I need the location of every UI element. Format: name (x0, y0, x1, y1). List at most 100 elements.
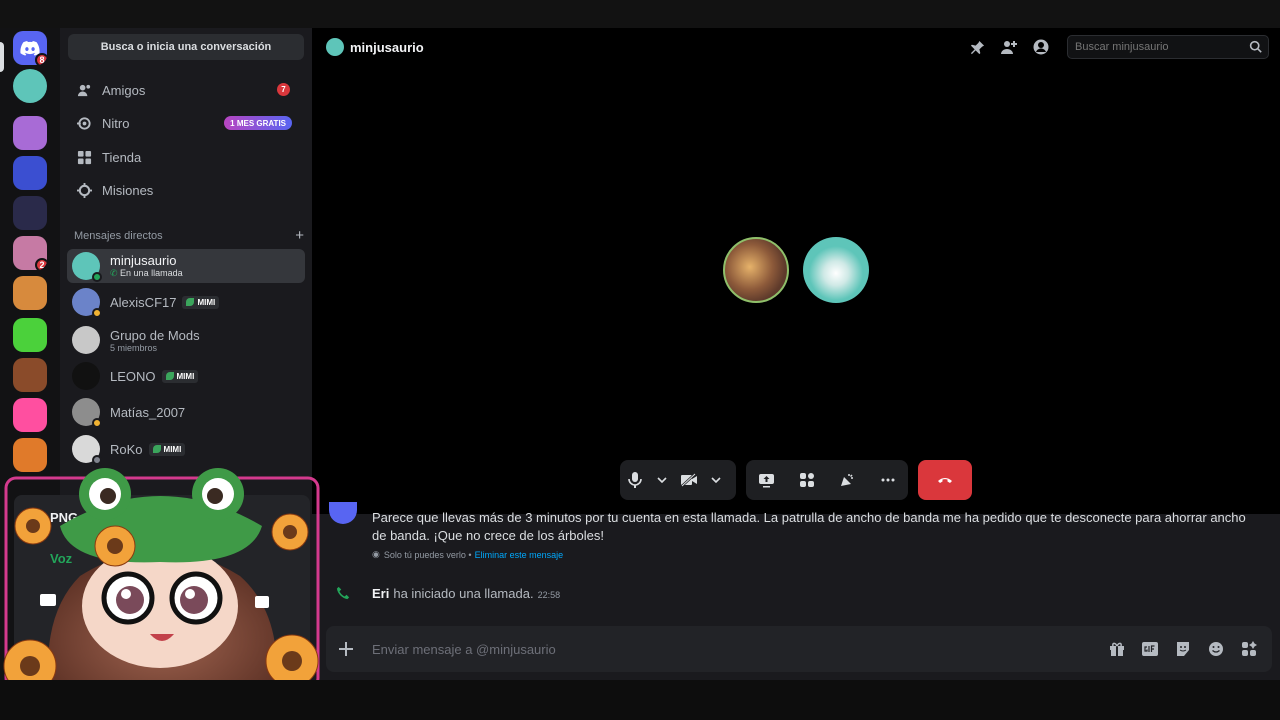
guild-tag: MIMI (182, 295, 220, 309)
disconnect-call-button[interactable] (918, 460, 972, 500)
dm-header-label: Mensajes directos (74, 230, 163, 242)
server-badge: 2 (35, 258, 47, 270)
system-message: Parece que llevas más de 3 minutos por t… (372, 510, 1246, 543)
participant-minjusaurio-avatar[interactable] (803, 237, 869, 303)
screen-share-icon[interactable] (751, 465, 781, 495)
call-started-message: Eri ha iniciado una llamada. 22:58 (372, 586, 560, 601)
guild-tag: MIMI (148, 442, 186, 456)
call-started-text: ha iniciado una llamada. (393, 586, 534, 601)
user-profile-icon[interactable] (1032, 38, 1050, 56)
dm-header: Mensajes directos + (74, 228, 304, 243)
hangup-phone-icon (938, 478, 952, 483)
server-icon-server-6[interactable] (13, 318, 47, 352)
guild-tag-text: MIMI (163, 444, 182, 454)
soundboard-icon[interactable] (832, 465, 862, 495)
leaf-icon (165, 372, 174, 380)
upload-plus-icon[interactable] (326, 641, 366, 657)
nav-shop[interactable]: Tienda (68, 142, 304, 172)
dm-name: RoKo (110, 441, 143, 457)
dm-sub: 5 miembros (110, 342, 158, 353)
microphone-icon[interactable] (620, 465, 650, 495)
gif-icon[interactable] (1140, 640, 1159, 659)
server-icon-server-3[interactable] (13, 196, 47, 230)
activities-icon[interactable] (792, 465, 822, 495)
pin-icon[interactable] (968, 38, 986, 56)
nav-quests[interactable]: Misiones (68, 175, 304, 205)
server-icon-server-5[interactable] (13, 276, 47, 310)
only-you-text: Solo tú puedes verlo • (383, 549, 472, 560)
create-dm-plus-icon[interactable]: + (295, 228, 304, 243)
composer-toolbar (1107, 640, 1272, 659)
sticker-icon[interactable] (1173, 640, 1192, 659)
header-avatar (326, 38, 344, 56)
camera-off-icon[interactable] (674, 465, 704, 495)
avatar (72, 362, 100, 390)
server-icon-server-2[interactable] (13, 156, 47, 190)
dm-item-alexiscf17[interactable]: AlexisCF17 MIMI (67, 285, 305, 319)
dm-item-leono[interactable]: LEONO MIMI (67, 359, 305, 393)
participant-eri-avatar[interactable] (723, 237, 789, 303)
guild-tag-text: MIMI (176, 371, 195, 381)
shop-icon (76, 149, 92, 165)
call-started-phone-icon (336, 586, 350, 605)
search-icon (1249, 40, 1262, 56)
nav-nitro-label: Nitro (102, 115, 130, 131)
channel-title: minjusaurio (350, 39, 424, 55)
nav-friends-label: Amigos (102, 82, 146, 98)
streamer-avatar-overlay-image (3, 468, 320, 698)
message-composer (326, 626, 1272, 672)
in-call-status-icon (92, 272, 102, 282)
avatar (72, 288, 102, 318)
search-box[interactable] (1067, 35, 1269, 59)
apps-icon[interactable] (1239, 640, 1258, 659)
idle-status-icon (92, 308, 102, 318)
dm-item-grupo-de-mods[interactable]: Grupo de Mods 5 miembros (67, 323, 305, 357)
emoji-icon[interactable] (1206, 640, 1225, 659)
server-icon-server-1[interactable] (13, 116, 47, 150)
dm-sub: ✆ En una llamada (110, 268, 183, 279)
mic-options-chevron-icon[interactable] (650, 465, 674, 495)
channel-header: minjusaurio (326, 38, 424, 56)
ephemeral-note: ◉ Solo tú puedes verlo • Eliminar este m… (372, 549, 563, 560)
dm-name: minjusaurio (110, 253, 177, 268)
caller-name[interactable]: Eri (372, 586, 389, 601)
activity-controls (746, 460, 908, 500)
clyde-avatar (329, 502, 357, 524)
dm-item-minjusaurio[interactable]: minjusaurio ✆ En una llamada (67, 249, 305, 283)
search-input[interactable] (1075, 41, 1245, 53)
more-options-icon[interactable] (873, 465, 903, 495)
home-button[interactable]: 8 (13, 31, 47, 65)
friends-icon (76, 82, 92, 98)
nitro-promo-badge: 1 MES GRATIS (224, 116, 292, 130)
gift-icon[interactable] (1107, 640, 1126, 659)
server-icon-server-4[interactable]: 2 (13, 236, 47, 270)
dm-item-matias-2007[interactable]: Matías_2007 (67, 395, 305, 429)
window-bottom-strip (0, 680, 1280, 720)
delete-message-link[interactable]: Eliminar este mensaje (475, 550, 564, 560)
guild-tag: MIMI (161, 369, 199, 383)
offline-status-icon (92, 455, 102, 465)
camera-options-chevron-icon[interactable] (704, 465, 728, 495)
server-icon-server-7[interactable] (13, 358, 47, 392)
add-friends-to-dm-icon[interactable] (1000, 38, 1018, 56)
leaf-icon (152, 445, 161, 453)
window-top-strip (0, 0, 1280, 28)
message-input[interactable] (366, 641, 1107, 657)
dm-name: AlexisCF17 (110, 294, 177, 310)
selected-pip (0, 42, 4, 72)
audio-video-controls (620, 460, 736, 500)
nav-nitro[interactable]: Nitro 1 MES GRATIS (68, 108, 304, 138)
dm-sub-text: En una llamada (120, 268, 183, 278)
discord-logo-icon (20, 40, 40, 56)
home-badge: 8 (35, 53, 47, 65)
server-icon-server-8[interactable] (13, 398, 47, 432)
avatar (72, 398, 102, 428)
server-icon-dm-active-call[interactable] (13, 69, 47, 103)
discord-app: 8 2 Busca o inicia una conversación Amig… (0, 0, 1280, 720)
nav-friends[interactable]: Amigos 7 (68, 75, 304, 105)
nav-shop-label: Tienda (102, 149, 142, 165)
leaf-icon (186, 298, 195, 306)
find-conversation-button[interactable]: Busca o inicia una conversación (68, 34, 304, 60)
dm-item-roko[interactable]: RoKo MIMI (67, 432, 305, 466)
friends-badge: 7 (277, 83, 290, 96)
